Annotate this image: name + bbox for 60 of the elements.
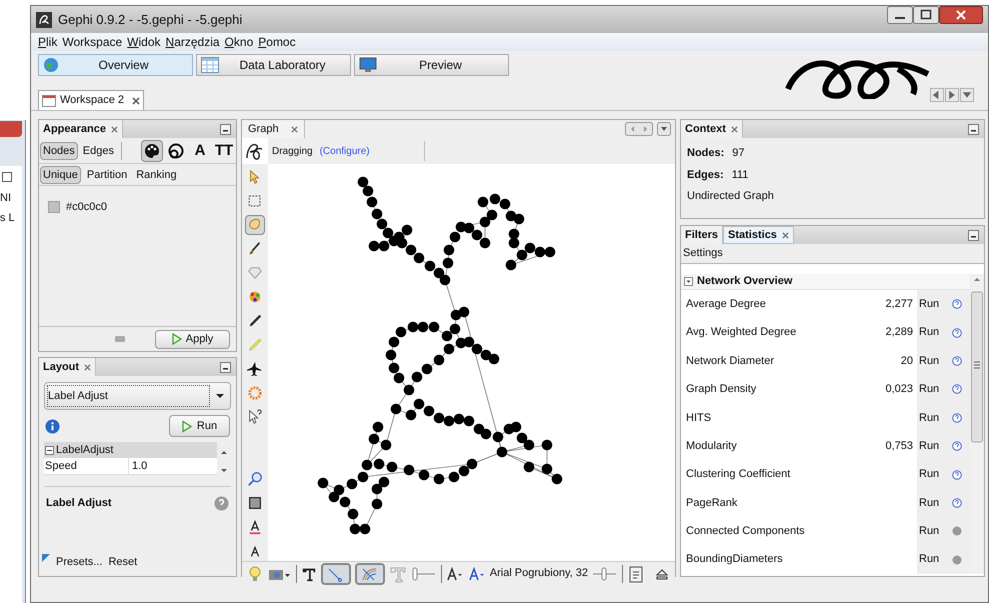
presets-link[interactable]: Presets... [56, 554, 102, 570]
workspace-tab[interactable]: Workspace 2 [38, 90, 144, 110]
statistic-name: Modularity [681, 432, 882, 460]
statistic-value: 2,277 [881, 290, 917, 318]
panel-tab[interactable]: Graph [242, 120, 305, 138]
property-value[interactable]: 1.0 [129, 458, 217, 474]
panel-tab[interactable]: Layout [39, 358, 96, 376]
menu-item[interactable]: Widok [127, 33, 161, 51]
panel-tab[interactable]: Statistics [723, 226, 794, 244]
stat-label: Nodes: [687, 146, 724, 161]
statistic-name: HITS [681, 404, 917, 432]
perspective-tab[interactable]: Preview [354, 54, 509, 76]
tool-name: Dragging [272, 144, 313, 158]
stat-value: 97 [732, 146, 745, 161]
menu-item[interactable]: Okno [224, 33, 254, 51]
reset-link[interactable]: Reset [108, 554, 138, 570]
statistic-name: Graph Density [681, 375, 882, 404]
statistic-name: Average Degree [681, 290, 882, 318]
mode-tab[interactable]: Unique [40, 166, 81, 184]
statistic-name: PageRank [681, 488, 917, 518]
statistic-name: Clustering Coefficient [681, 460, 917, 489]
statistic-name: Network Diameter [681, 346, 897, 376]
menu-item[interactable]: Workspace [62, 33, 122, 51]
statistic-value: 0,753 [881, 432, 917, 460]
color-value: #c0c0c0 [66, 200, 107, 215]
statistic-name: Avg. Weighted Degree [681, 318, 882, 347]
run-button[interactable]: Run [169, 415, 230, 437]
stat-value: 111 [732, 168, 748, 182]
label-size-button[interactable]: TT [213, 140, 235, 162]
font-label[interactable]: Arial Pogrubiony, 32 [490, 565, 588, 582]
target-tab[interactable]: Nodes [40, 142, 78, 160]
panel-tab[interactable]: Filters [681, 226, 724, 244]
configure-link[interactable]: (Configure) [320, 144, 370, 158]
menu-item[interactable]: Plik [38, 33, 58, 51]
window-title: Gephi 0.9.2 - -5.gephi - -5.gephi [58, 10, 242, 29]
mode-tab[interactable]: Ranking [133, 166, 180, 184]
property-name: Speed [44, 458, 129, 474]
target-tab[interactable]: Edges [80, 142, 117, 160]
window-text: s L [0, 211, 15, 225]
menu-item[interactable]: Narzędzia [166, 33, 220, 51]
graph-type: Undirected Graph [687, 189, 775, 204]
mode-tab[interactable]: Partition [84, 166, 130, 184]
perspective-tab[interactable]: Data Laboratory [196, 54, 351, 76]
description-title: Label Adjust [46, 496, 112, 511]
section-header[interactable]: Network Overview [681, 274, 970, 290]
property-group-header[interactable]: LabelAdjust [44, 442, 217, 458]
algorithm-dropdown[interactable]: Label Adjust [44, 382, 231, 410]
perspective-tab[interactable]: Overview [38, 54, 193, 76]
statistic-value: 0,023 [881, 375, 917, 404]
statistic-value: 2,289 [881, 318, 917, 347]
statistic-value: 20 [896, 346, 917, 376]
menu-item[interactable]: Pomoc [258, 33, 296, 51]
panel-tab[interactable]: Appearance [39, 120, 123, 138]
stat-label: Edges: [687, 168, 724, 182]
panel-tab[interactable]: Context [681, 120, 743, 138]
label-color-button[interactable]: A [189, 140, 211, 162]
statistic-name: Connected Components [681, 517, 917, 546]
window-text: NI [0, 191, 11, 205]
apply-button[interactable]: Apply [155, 330, 230, 348]
statistic-name: BoundingDiameters [681, 546, 917, 574]
